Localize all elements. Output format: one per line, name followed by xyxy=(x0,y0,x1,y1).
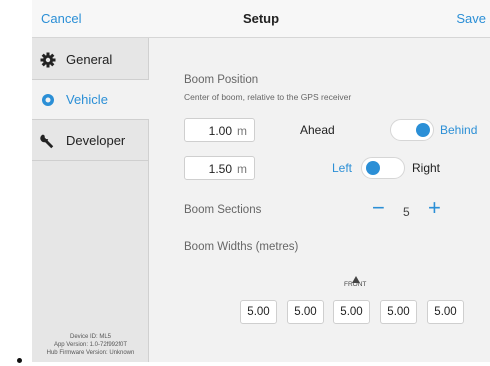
device-id-text: Device ID: ML5 xyxy=(69,334,111,340)
increment-button[interactable]: + xyxy=(428,197,441,219)
boom-widths-title: Boom Widths (metres) xyxy=(184,241,299,253)
boom-width-input[interactable]: 5.00 xyxy=(240,300,277,324)
right-label: Right xyxy=(412,161,441,175)
ahead-label: Ahead xyxy=(300,123,335,137)
save-button[interactable]: Save xyxy=(456,11,486,26)
radio-dot-icon xyxy=(40,92,56,108)
boom-left-right-field[interactable]: 1.50 m xyxy=(184,156,255,180)
sidebar: General Vehicle Developer Device ID: ML5… xyxy=(32,38,149,362)
behind-label: Behind xyxy=(440,123,478,137)
left-right-toggle[interactable] xyxy=(361,157,405,179)
field-value: 1.00 xyxy=(208,124,232,138)
boom-position-subtitle: Center of boom, relative to the GPS rece… xyxy=(184,92,352,102)
decrement-button[interactable]: − xyxy=(372,197,385,219)
page-title: Setup xyxy=(242,11,280,26)
toggle-knob xyxy=(366,161,380,175)
sidebar-item-label: General xyxy=(66,52,113,67)
gear-icon xyxy=(40,52,56,68)
boom-width-input[interactable]: 5.00 xyxy=(380,300,417,324)
boom-width-input[interactable]: 5.00 xyxy=(287,300,324,324)
navigation-bar: Cancel Setup Save xyxy=(32,0,490,38)
field-unit: m xyxy=(237,124,247,138)
sidebar-item-vehicle[interactable]: Vehicle xyxy=(32,80,149,120)
sidebar-item-label: Developer xyxy=(66,133,126,148)
field-unit: m xyxy=(237,162,247,176)
sidebar-item-general[interactable]: General xyxy=(32,40,149,80)
boom-width-input[interactable]: 5.00 xyxy=(427,300,464,324)
sidebar-item-label: Vehicle xyxy=(66,92,108,107)
left-label: Left xyxy=(332,161,353,175)
wrench-icon xyxy=(40,133,56,149)
bullet-dot xyxy=(17,358,22,363)
boom-sections-title: Boom Sections xyxy=(184,204,262,216)
ahead-behind-toggle[interactable] xyxy=(390,119,434,141)
device-info: Device ID: ML5 App Version: 1.0-72f992f0… xyxy=(32,333,149,357)
boom-sections-value: 5 xyxy=(403,205,410,219)
boom-position-title: Boom Position xyxy=(184,74,259,86)
vehicle-settings-panel: Boom Position Center of boom, relative t… xyxy=(150,38,490,362)
boom-ahead-behind-field[interactable]: 1.00 m xyxy=(184,118,255,142)
boom-width-input[interactable]: 5.00 xyxy=(333,300,370,324)
field-value: 1.50 xyxy=(208,162,232,176)
hub-firmware-text: Hub Firmware Version: Unknown xyxy=(46,350,135,356)
front-label: FRONT xyxy=(344,281,367,288)
toggle-knob xyxy=(416,123,430,137)
sidebar-item-developer[interactable]: Developer xyxy=(32,121,149,161)
app-version-text: App Version: 1.0-72f992f0T xyxy=(53,342,128,348)
setup-screen: Cancel Setup Save General Vehicle Develo… xyxy=(32,0,490,362)
